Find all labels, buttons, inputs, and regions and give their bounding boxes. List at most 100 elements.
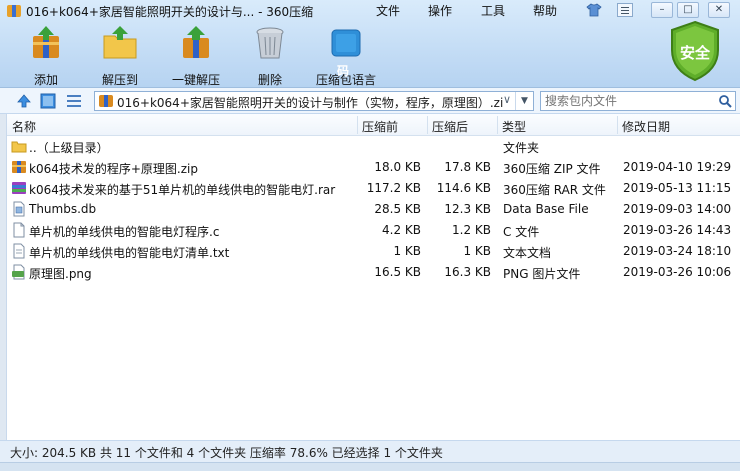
one-click-extract-button[interactable]: 一键解压 <box>166 26 226 87</box>
file-type: 360压缩 ZIP 文件 <box>503 162 601 176</box>
menu-file[interactable]: 文件 <box>376 2 400 19</box>
archive-icon <box>99 95 113 107</box>
minimize-button[interactable]: – <box>651 2 673 18</box>
add-label: 添加 <box>33 73 58 87</box>
file-size-after: 16.3 KB <box>444 265 491 279</box>
file-size-before: 4.2 KB <box>382 223 421 237</box>
search-box[interactable] <box>540 91 736 111</box>
path-history-icon[interactable]: ∨ <box>503 93 511 106</box>
file-size-before: 117.2 KB <box>366 181 421 195</box>
status-bar: 大小: 204.5 KB 共 11 个文件和 4 个文件夹 压缩率 78.6% … <box>0 440 740 462</box>
address-bar: 016+k064+家居智能照明开关的设计与制作（实物，程序，原理图）.zi ∨ … <box>0 88 740 114</box>
language-glyph: 码 <box>337 64 350 78</box>
status-text: 大小: 204.5 KB 共 11 个文件和 4 个文件夹 压缩率 78.6% … <box>10 446 443 460</box>
db-file-icon <box>13 201 25 217</box>
file-size-after: 17.8 KB <box>444 160 491 174</box>
table-row[interactable]: 单片机的单线供电的智能电灯程序.c 4.2 KB 1.2 KB C 文件 201… <box>7 220 740 241</box>
file-size-after: 1 KB <box>463 244 491 258</box>
delete-button[interactable]: 删除 <box>240 26 300 87</box>
delete-label: 删除 <box>257 73 282 87</box>
file-size-before: 1 KB <box>393 244 421 258</box>
file-name: 原理图.png <box>29 267 92 281</box>
file-type: 360压缩 RAR 文件 <box>503 183 606 197</box>
file-name: Thumbs.db <box>29 202 97 216</box>
extract-to-label: 解压到 <box>101 73 138 87</box>
file-name: k064技术发的程序+原理图.zip <box>29 162 198 176</box>
col-divider[interactable] <box>497 116 498 134</box>
path-field[interactable]: 016+k064+家居智能照明开关的设计与制作（实物，程序，原理图）.zi ∨ … <box>94 91 534 111</box>
shield-label: 安全 <box>679 44 710 62</box>
language-icon <box>331 29 361 57</box>
search-input[interactable] <box>545 94 715 108</box>
menu-help[interactable]: 帮助 <box>533 2 557 19</box>
col-divider[interactable] <box>357 116 358 134</box>
col-divider[interactable] <box>427 116 428 134</box>
folder-up-icon <box>11 141 27 153</box>
col-date[interactable]: 修改日期 <box>622 118 670 135</box>
png-file-icon <box>12 264 25 280</box>
file-type: C 文件 <box>503 225 540 239</box>
menu-tools[interactable]: 工具 <box>481 2 505 19</box>
col-before[interactable]: 压缩前 <box>362 118 398 135</box>
file-size-after: 114.6 KB <box>436 181 491 195</box>
file-size-after: 12.3 KB <box>444 202 491 216</box>
file-type: 文本文档 <box>503 246 552 260</box>
file-date: 2019-03-26 14:43 <box>623 223 732 237</box>
up-arrow-icon[interactable] <box>16 93 32 109</box>
table-row[interactable]: 单片机的单线供电的智能电灯清单.txt 1 KB 1 KB 文本文档 2019-… <box>7 241 740 262</box>
table-row[interactable]: k064技术发来的基于51单片机的单线供电的智能电灯.rar 117.2 KB … <box>7 178 740 199</box>
c-file-icon <box>13 222 25 238</box>
file-size-after: 1.2 KB <box>452 223 491 237</box>
archive-icon <box>12 161 26 173</box>
col-name[interactable]: 名称 <box>12 118 36 135</box>
file-size-before: 28.5 KB <box>374 202 421 216</box>
file-date: 2019-09-03 14:00 <box>623 202 732 216</box>
one-click-extract-label: 一键解压 <box>171 73 220 87</box>
table-row[interactable]: Thumbs.db 28.5 KB 12.3 KB Data Base File… <box>7 199 740 220</box>
taskbar-strip <box>0 462 740 471</box>
close-button[interactable]: ✕ <box>708 2 730 18</box>
window-title: 016+k064+家居智能照明开关的设计与... - 360压缩 <box>26 5 314 19</box>
list-header: 名称 压缩前 压缩后 类型 修改日期 <box>7 114 740 136</box>
add-archive-icon <box>33 26 59 58</box>
list-view-icon[interactable] <box>66 93 82 109</box>
file-type: PNG 图片文件 <box>503 267 581 281</box>
skin-shirt-icon[interactable] <box>586 3 602 17</box>
file-date: 2019-03-24 18:10 <box>623 244 732 258</box>
extract-to-button[interactable]: 解压到 <box>90 26 150 87</box>
title-toolbar-area: 016+k064+家居智能照明开关的设计与... - 360压缩 文件 操作 工… <box>0 0 740 88</box>
file-list: 名称 压缩前 压缩后 类型 修改日期 ..（上级目录） 文件夹 k064技术发的… <box>6 114 740 440</box>
details-view-icon[interactable] <box>40 93 56 109</box>
extract-to-icon <box>103 26 137 59</box>
one-click-extract-icon <box>183 26 209 58</box>
file-name: k064技术发来的基于51单片机的单线供电的智能电灯.rar <box>29 183 336 197</box>
archive-icon <box>12 182 26 194</box>
menu-operate[interactable]: 操作 <box>428 2 452 19</box>
chevron-down-icon[interactable]: ▼ <box>515 92 533 110</box>
add-button[interactable]: 添加 <box>16 26 76 87</box>
path-text: 016+k064+家居智能照明开关的设计与制作（实物，程序，原理图）.zi <box>117 96 504 110</box>
security-shield[interactable]: 安全 <box>668 20 722 82</box>
file-name: ..（上级目录） <box>29 141 109 155</box>
file-date: 2019-05-13 11:15 <box>623 181 732 195</box>
archive-language-button[interactable]: 码 压缩包语言 <box>314 26 378 87</box>
app-icon <box>7 5 21 17</box>
file-type: 文件夹 <box>503 141 540 155</box>
file-size-before: 16.5 KB <box>374 265 421 279</box>
table-row[interactable]: 原理图.png 16.5 KB 16.3 KB PNG 图片文件 2019-03… <box>7 262 740 283</box>
table-row[interactable]: k064技术发的程序+原理图.zip 18.0 KB 17.8 KB 360压缩… <box>7 157 740 178</box>
maximize-button[interactable]: □ <box>677 2 699 18</box>
col-after[interactable]: 压缩后 <box>432 118 468 135</box>
search-icon[interactable] <box>718 94 732 108</box>
file-name: 单片机的单线供电的智能电灯程序.c <box>29 225 220 239</box>
file-name: 单片机的单线供电的智能电灯清单.txt <box>29 246 230 260</box>
file-date: 2019-03-26 10:06 <box>623 265 732 279</box>
file-date: 2019-04-10 19:29 <box>623 160 732 174</box>
text-file-icon <box>13 243 25 259</box>
col-divider[interactable] <box>617 116 618 134</box>
menu-icon[interactable] <box>617 3 633 17</box>
file-type: Data Base File <box>503 202 589 216</box>
table-row[interactable]: ..（上级目录） 文件夹 <box>7 136 740 157</box>
file-size-before: 18.0 KB <box>374 160 421 174</box>
col-type[interactable]: 类型 <box>502 118 526 135</box>
